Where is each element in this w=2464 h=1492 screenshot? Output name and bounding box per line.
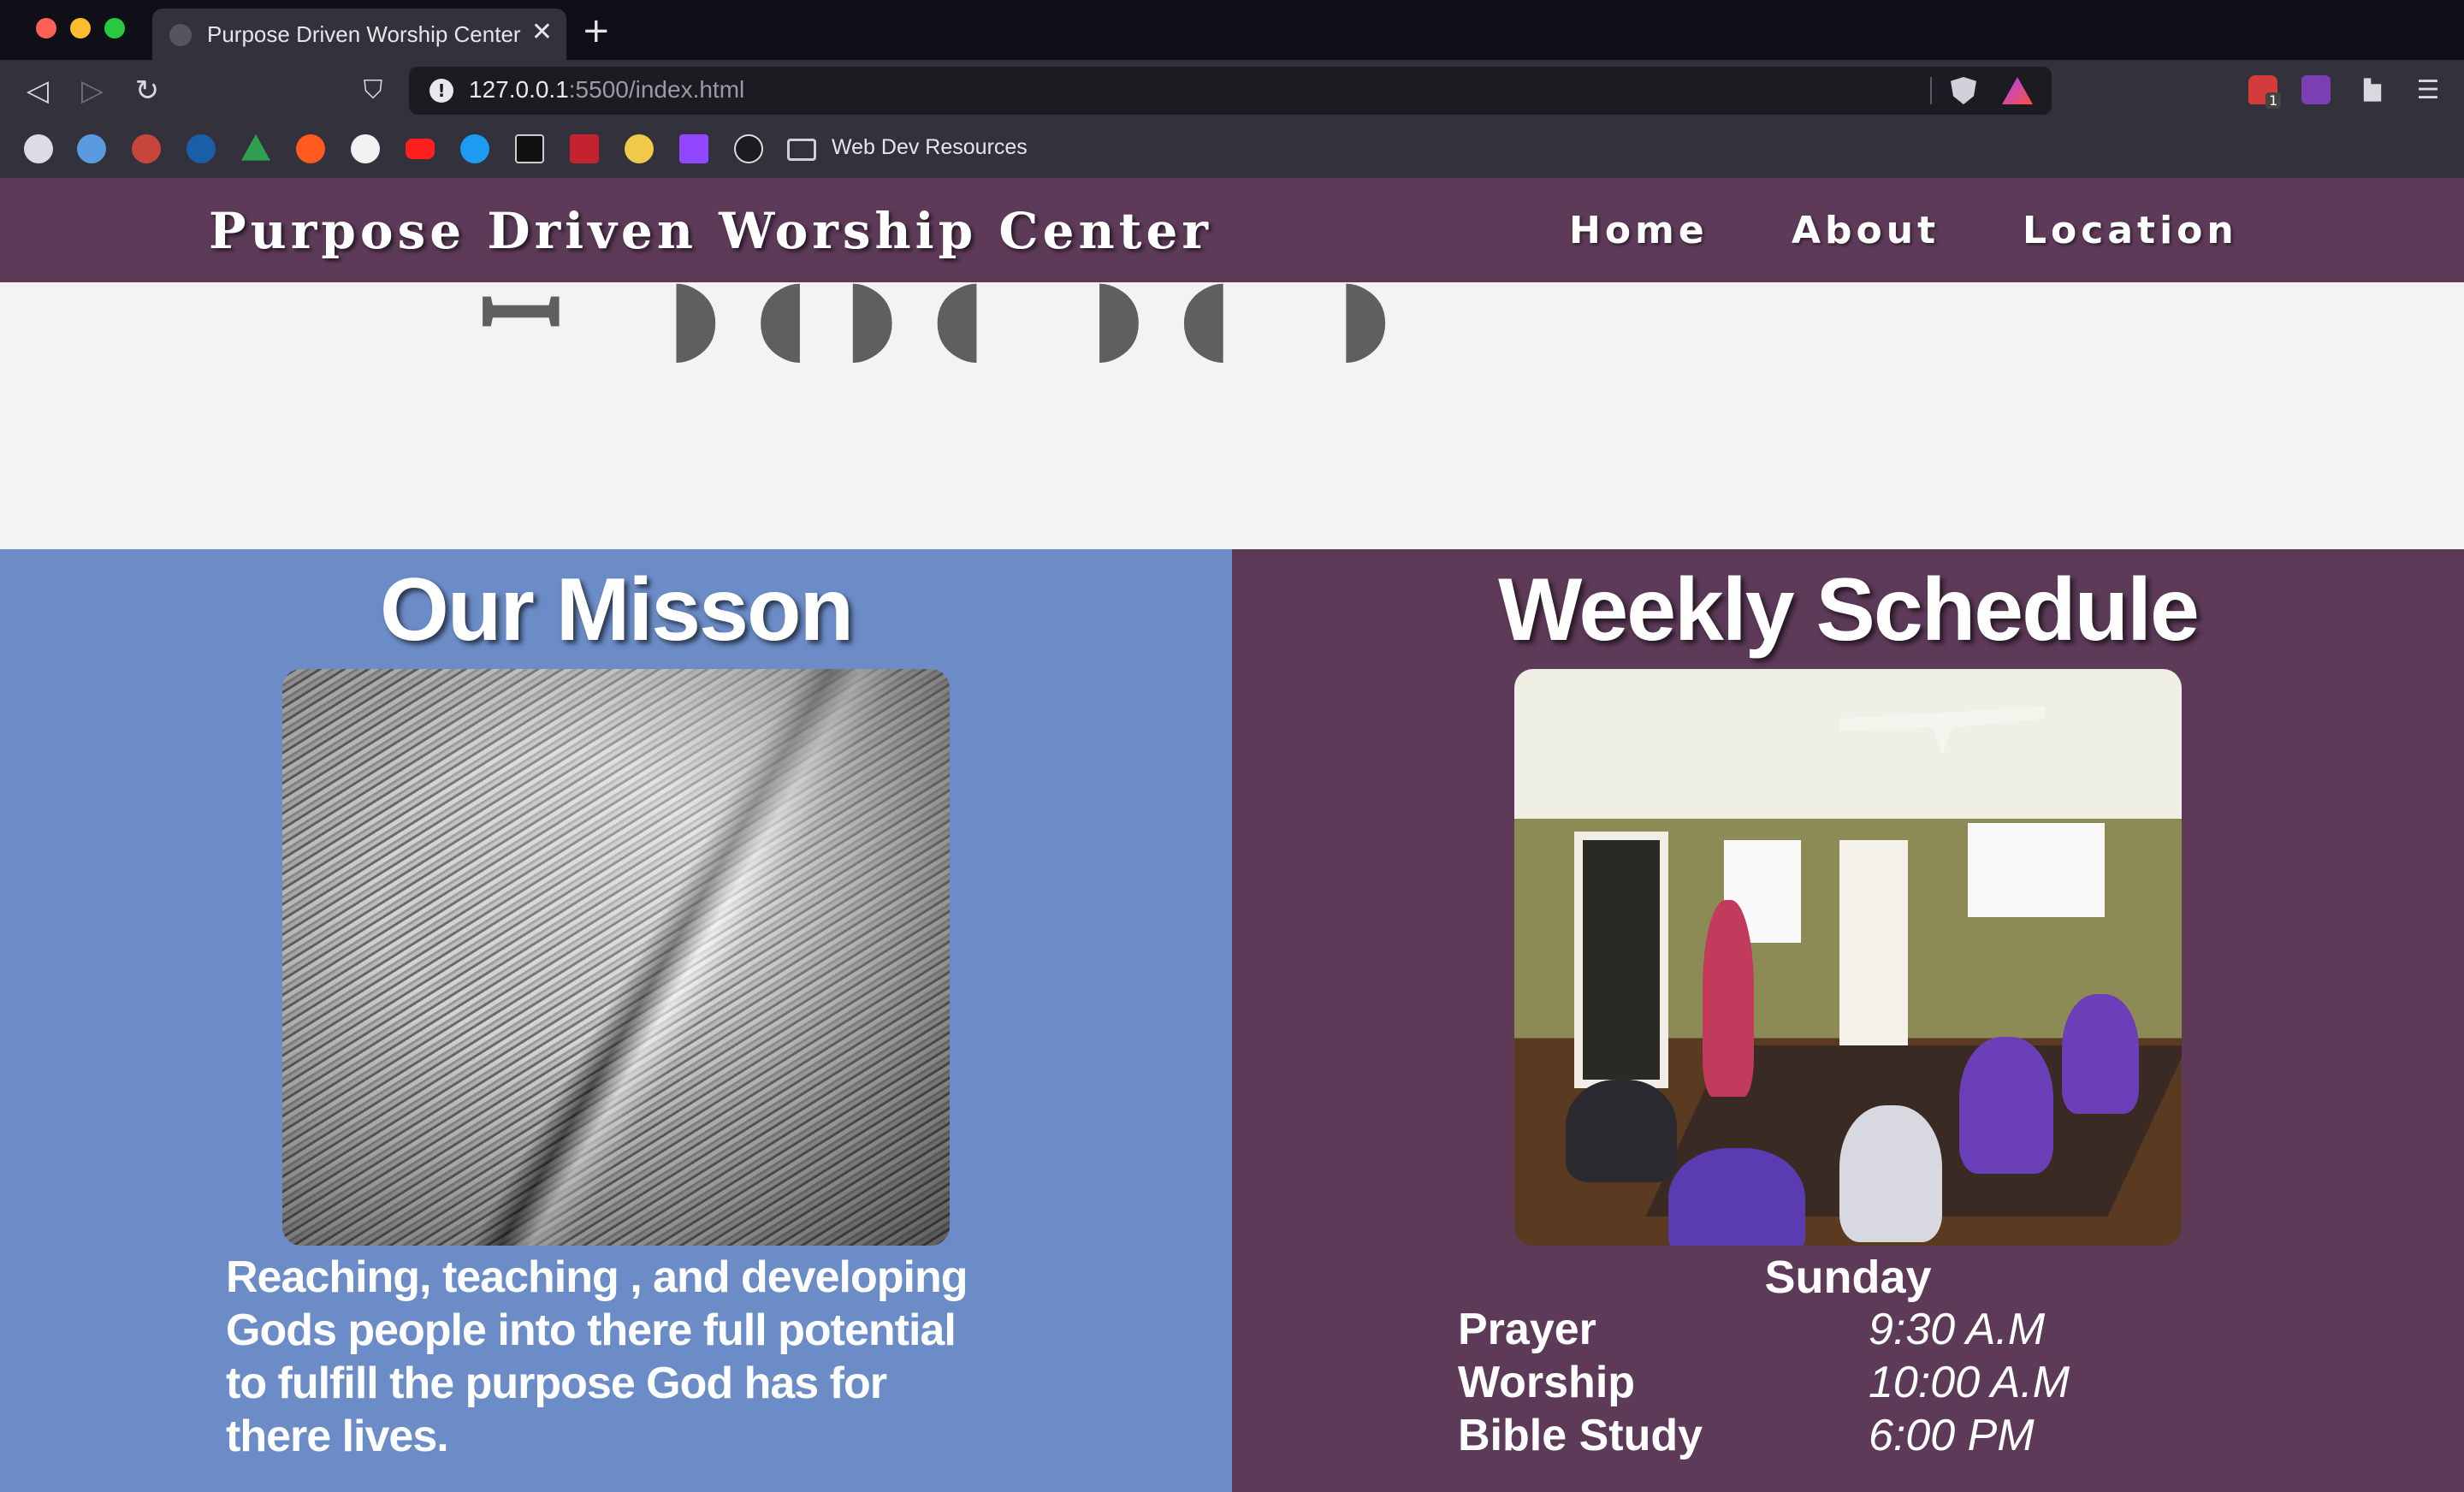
schedule-event-name: Prayer bbox=[1458, 1305, 1596, 1354]
url-text[interactable]: 127.0.0.1:5500/index.html bbox=[469, 76, 744, 104]
nav-link-home[interactable]: Home bbox=[1569, 209, 1709, 252]
bookmarks-bar: Web Dev Resources bbox=[0, 121, 2464, 178]
youtube-bookmark-icon[interactable] bbox=[406, 139, 435, 159]
bookmark-folder-label[interactable]: Web Dev Resources bbox=[832, 135, 1028, 160]
browser-titlebar: Purpose Driven Worship Center ✕ + bbox=[0, 0, 2464, 60]
a11y-bookmark-icon[interactable] bbox=[734, 134, 763, 163]
browser-tab[interactable]: Purpose Driven Worship Center ✕ bbox=[152, 9, 566, 60]
nav-link-about[interactable]: About bbox=[1792, 209, 1940, 252]
ymca-bookmark-icon[interactable] bbox=[570, 134, 599, 163]
schedule-row: Prayer 9:30 A.M bbox=[1458, 1304, 2228, 1357]
content-panels: Our Misson Reaching, teaching , and deve… bbox=[0, 549, 2464, 1492]
forward-button[interactable]: ▷ bbox=[74, 74, 111, 108]
onenote-icon[interactable] bbox=[2301, 75, 2331, 104]
teacher-figure bbox=[1703, 900, 1754, 1097]
whiteboard-shape bbox=[1968, 823, 2105, 917]
ceiling-fan-shape bbox=[1839, 707, 2045, 755]
site-header: Purpose Driven Worship Center Home About… bbox=[0, 178, 2464, 282]
reddit-bookmark-icon[interactable] bbox=[296, 134, 325, 163]
schedule-heading: Weekly Schedule bbox=[1498, 560, 2200, 660]
menu-icon[interactable]: ☰ bbox=[2409, 74, 2447, 108]
github-bookmark-icon[interactable] bbox=[351, 134, 380, 163]
mission-text: Reaching, teaching , and developing Gods… bbox=[226, 1252, 968, 1461]
globe-icon bbox=[169, 24, 192, 46]
twitter-bookmark-icon[interactable] bbox=[460, 134, 489, 163]
google-drive-bookmark-icon[interactable] bbox=[241, 134, 270, 161]
schedule-event-time: 6:00 PM bbox=[1869, 1411, 2035, 1460]
student-figure bbox=[1839, 1105, 1942, 1242]
schedule-event-time: 9:30 A.M bbox=[1869, 1305, 2046, 1354]
twitch-bookmark-icon[interactable] bbox=[679, 134, 708, 163]
schedule-event-name: Worship bbox=[1458, 1358, 1636, 1407]
mission-section: Our Misson Reaching, teaching , and deve… bbox=[0, 549, 1232, 1492]
nav-link-location[interactable]: Location bbox=[2023, 209, 2238, 252]
folder-icon bbox=[787, 139, 816, 161]
student-figure bbox=[1959, 1037, 2053, 1174]
schedule-event-time: 10:00 A.M bbox=[1869, 1358, 2070, 1407]
student-figure bbox=[2062, 994, 2139, 1114]
minimize-window-icon[interactable] bbox=[70, 18, 91, 38]
bookmark-icon-1[interactable] bbox=[24, 134, 53, 163]
door-shape bbox=[1839, 840, 1908, 1045]
student-figure bbox=[1566, 1080, 1677, 1182]
extensions-puzzle-icon[interactable] bbox=[2363, 78, 2382, 102]
emoji-bookmark-icon[interactable] bbox=[625, 134, 654, 163]
schedule-event-name: Bible Study bbox=[1458, 1411, 1703, 1460]
tab-title: Purpose Driven Worship Center bbox=[207, 21, 521, 47]
doorway-shape bbox=[1574, 832, 1668, 1088]
sr-bookmark-icon[interactable] bbox=[132, 134, 161, 163]
browser-toolbar: ◁ ▷ ↻ ⛉ ! 127.0.0.1:5500/index.html 1 ☰ bbox=[0, 60, 2464, 121]
maximize-window-icon[interactable] bbox=[104, 18, 125, 38]
address-bar-divider bbox=[1930, 77, 1932, 104]
reload-button[interactable]: ↻ bbox=[128, 74, 166, 108]
close-window-icon[interactable] bbox=[36, 18, 56, 38]
sbd-bookmark-icon[interactable] bbox=[515, 134, 544, 163]
paypal-bookmark-icon[interactable] bbox=[187, 134, 216, 163]
brave-shield-icon[interactable] bbox=[1951, 77, 1976, 104]
schedule-row: Bible Study 6:00 PM bbox=[1458, 1410, 2228, 1463]
bookmark-icon[interactable]: ⛉ bbox=[354, 74, 392, 108]
page-content: ꟷ ◗◖◗◖ ◗◖ ◗ Purpose Driven Worship Cente… bbox=[0, 178, 2464, 1492]
schedule-section: Weekly Schedule Sunday Prayer 9:30 A.M W… bbox=[1232, 549, 2464, 1492]
close-tab-icon[interactable]: ✕ bbox=[531, 17, 553, 48]
address-bar[interactable]: ! 127.0.0.1:5500/index.html bbox=[409, 67, 2052, 115]
back-button[interactable]: ◁ bbox=[19, 74, 56, 108]
info-icon[interactable]: ! bbox=[429, 79, 453, 103]
bible-study-photo bbox=[1514, 669, 2182, 1246]
schedule-day: Sunday bbox=[1764, 1252, 1932, 1303]
mission-heading: Our Misson bbox=[379, 560, 854, 660]
site-title[interactable]: Purpose Driven Worship Center bbox=[209, 202, 1212, 260]
extension-badge: 1 bbox=[2266, 92, 2282, 109]
new-tab-button[interactable]: + bbox=[582, 14, 611, 48]
brave-rewards-icon[interactable] bbox=[2002, 77, 2033, 104]
schedule-row: Worship 10:00 A.M bbox=[1458, 1357, 2228, 1410]
mail-bookmark-icon[interactable] bbox=[77, 134, 106, 163]
student-figure bbox=[1668, 1148, 1805, 1246]
bible-photo-shading bbox=[282, 669, 950, 1246]
bible-photo bbox=[282, 669, 950, 1246]
